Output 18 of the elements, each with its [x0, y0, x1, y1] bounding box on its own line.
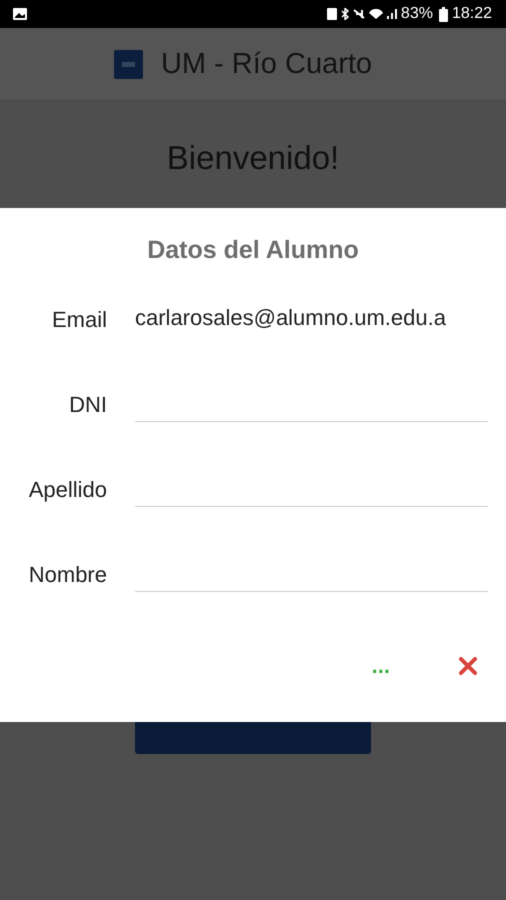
field-label: Email — [50, 306, 107, 332]
bluetooth-icon — [340, 8, 349, 20]
field-label: Nombre — [28, 562, 107, 588]
sim-card-icon — [326, 8, 337, 20]
dialog-title: Datos del Alumno — [146, 236, 360, 265]
input-field[interactable]: carlarosales@alumno.um.edu.a — [135, 302, 488, 336]
clock: 18:22 — [452, 5, 492, 23]
image-icon — [12, 7, 28, 21]
field-label: DNI — [68, 392, 107, 418]
app-title: UM - Río Cuarto — [160, 48, 372, 80]
wifi-icon — [368, 9, 383, 19]
logo-icon — [114, 50, 143, 78]
welcome-heading: Bienvenido! — [166, 139, 340, 177]
battery-percentage: 83% — [400, 5, 433, 23]
signal-icon — [386, 9, 397, 19]
battery-icon — [438, 6, 448, 22]
close-icon — [458, 656, 478, 676]
field-label: Apellido — [28, 476, 107, 502]
